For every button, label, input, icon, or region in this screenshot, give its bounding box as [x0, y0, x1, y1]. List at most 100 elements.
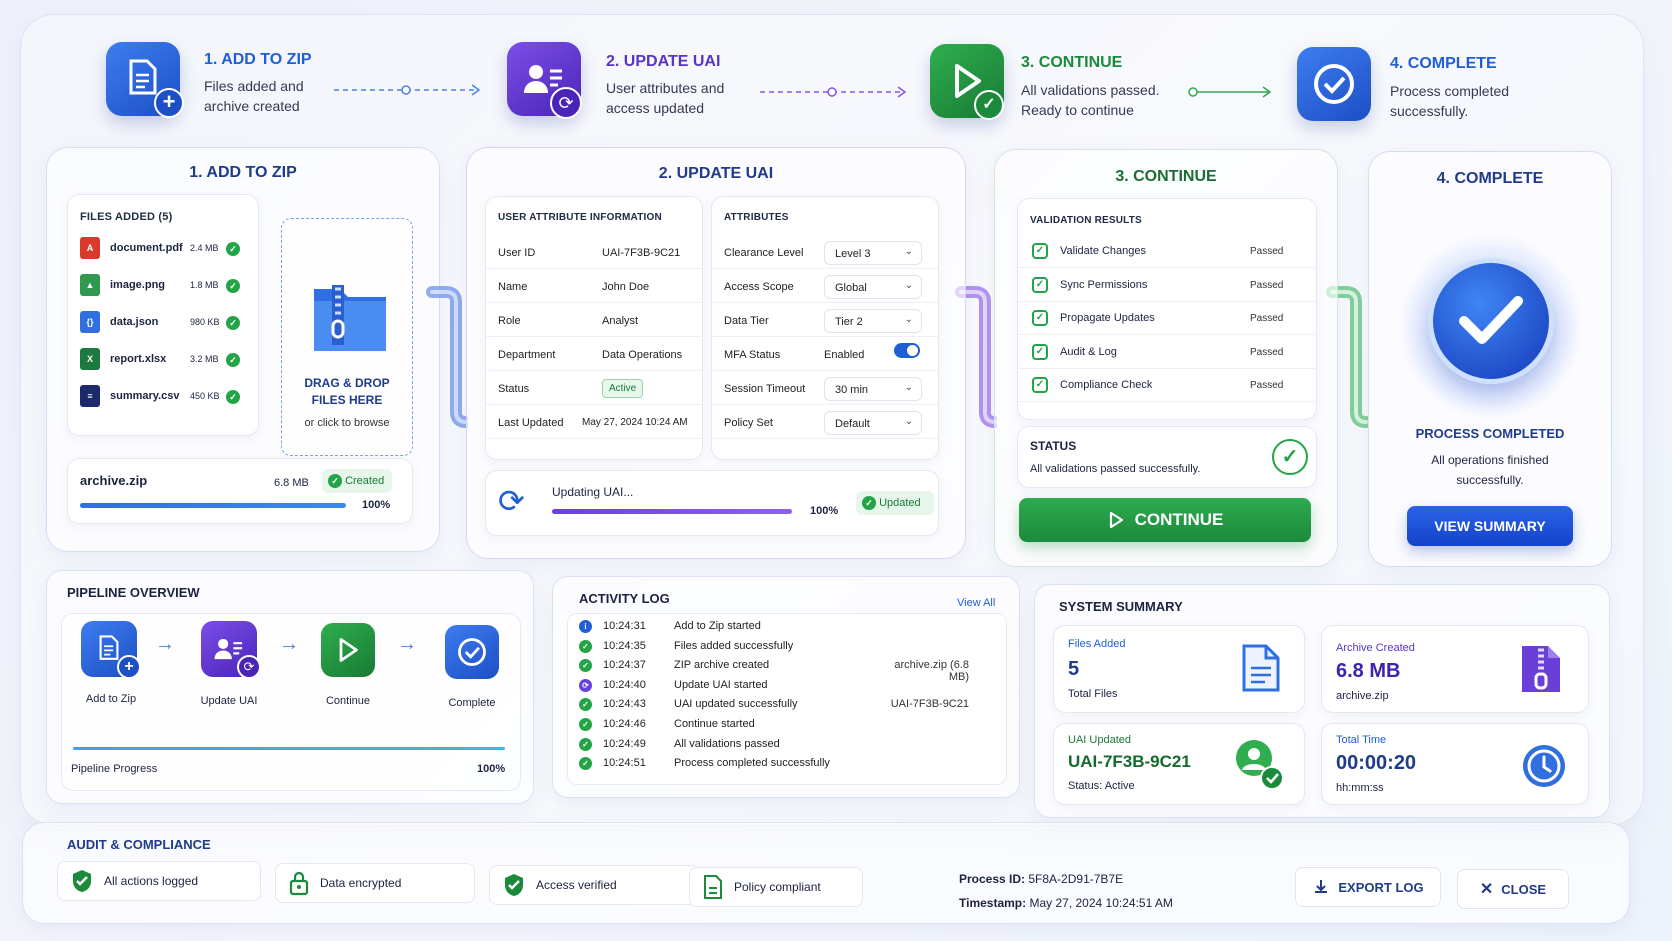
- connector-arrow-3: [1188, 86, 1272, 98]
- mfa-value: Enabled: [824, 349, 865, 361]
- update-uai-panel: 2. UPDATE UAI USER ATTRIBUTE INFORMATION…: [466, 147, 966, 559]
- system-summary-panel: SYSTEM SUMMARY Files Added 5 Total Files…: [1034, 584, 1610, 818]
- log-message: Process completed successfully: [674, 757, 830, 770]
- file-size: 980 KB: [190, 317, 220, 327]
- validation-result: Passed: [1250, 346, 1284, 358]
- total-time-stat-value: 00:00:20: [1336, 752, 1417, 774]
- attribute-label: Access Scope: [724, 281, 794, 293]
- pipeline-arrow-icon: →: [155, 633, 175, 655]
- info-label: Last Updated: [498, 417, 564, 429]
- validation-result: Passed: [1250, 279, 1284, 291]
- check-icon: ✓: [328, 474, 342, 488]
- drop-zone-browse[interactable]: or click to browse: [282, 417, 412, 429]
- csv-icon: ≡: [80, 385, 100, 407]
- chevron-down-icon: ⌄: [904, 382, 913, 393]
- user-check-icon: [1236, 740, 1284, 790]
- pipeline-title: PIPELINE OVERVIEW: [67, 585, 200, 600]
- archive-status-text: Created: [345, 475, 385, 487]
- log-time: 10:24:31: [603, 620, 646, 632]
- step-1-desc: Files added and archive created: [204, 76, 304, 116]
- complete-check-icon: [1297, 47, 1371, 121]
- user-attribute-card: USER ATTRIBUTE INFORMATION User ID UAI-7F…: [485, 196, 703, 460]
- step-2-title: 2. UPDATE UAI: [606, 53, 721, 70]
- image-icon: ▲: [80, 274, 100, 296]
- audit-item-label: Access verified: [536, 878, 617, 892]
- total-time-stat-sub: hh:mm:ss: [1336, 782, 1384, 794]
- connector-arrow-1: [334, 84, 481, 96]
- files-added-stat-value: 5: [1068, 658, 1080, 680]
- info-value: UAI-7F3B-9C21: [602, 247, 681, 259]
- audit-item-encrypted: Data encrypted: [275, 863, 475, 903]
- chevron-down-icon: ⌄: [904, 416, 913, 427]
- pdf-icon: A: [80, 237, 100, 259]
- archive-name: archive.zip: [80, 473, 148, 488]
- toggle-switch[interactable]: [894, 343, 920, 358]
- validation-row: ✓ Compliance Check Passed: [1018, 369, 1316, 402]
- log-message: Add to Zip started: [674, 620, 761, 632]
- view-summary-button[interactable]: VIEW SUMMARY: [1407, 506, 1573, 546]
- clock-icon: [1523, 745, 1565, 787]
- attribute-row: Access Scope Global ⌄: [712, 269, 938, 303]
- total-time-stat: Total Time 00:00:20 hh:mm:ss: [1321, 723, 1589, 805]
- plus-badge-icon: +: [154, 88, 184, 118]
- attribute-select[interactable]: Tier 2 ⌄: [824, 309, 922, 333]
- step-4-desc-line1: Process completed: [1390, 83, 1510, 99]
- info-label: Name: [498, 281, 528, 293]
- pipe-connector-1: [426, 286, 468, 428]
- files-added-stat: Files Added 5 Total Files: [1053, 625, 1305, 713]
- view-all-link[interactable]: View All: [957, 597, 995, 609]
- complete-heading: PROCESS COMPLETED: [1415, 426, 1565, 441]
- info-row: User ID UAI-7F3B-9C21: [486, 235, 702, 269]
- attribute-select[interactable]: 30 min ⌄: [824, 377, 922, 401]
- step-1-title: 1. ADD TO ZIP: [204, 51, 312, 68]
- validation-result: Passed: [1250, 380, 1284, 391]
- file-name: report.xlsx: [110, 353, 167, 365]
- attribute-label: Session Timeout: [724, 383, 806, 395]
- log-time: 10:24:43: [603, 698, 646, 711]
- add-to-zip-panel-title: 1. ADD TO ZIP: [189, 164, 297, 181]
- activity-log-title: ACTIVITY LOG: [579, 591, 670, 606]
- json-icon: {}: [80, 311, 100, 333]
- drop-line-2: FILES HERE: [311, 393, 383, 407]
- close-button[interactable]: ✕ CLOSE: [1457, 869, 1569, 909]
- close-label: CLOSE: [1501, 881, 1547, 897]
- continue-button[interactable]: CONTINUE: [1019, 498, 1311, 542]
- drop-line-1: DRAG & DROP: [304, 376, 390, 390]
- export-log-button[interactable]: EXPORT LOG: [1295, 867, 1441, 907]
- validation-name: Propagate Updates: [1060, 312, 1155, 324]
- info-value: Analyst: [602, 315, 639, 327]
- attribute-select[interactable]: Level 3 ⌄: [824, 241, 922, 265]
- attribute-value: Default: [835, 418, 870, 430]
- status-check-icon: ✓: [1272, 439, 1308, 475]
- attribute-select[interactable]: Default ⌄: [824, 411, 922, 435]
- info-value: Data Operations: [602, 349, 683, 361]
- step-3-desc-line2: Ready to continue: [1021, 102, 1134, 118]
- validation-result: Passed: [1250, 246, 1284, 257]
- check-icon: ✓: [862, 496, 876, 510]
- drop-zone-label: DRAG & DROP FILES HERE: [282, 375, 412, 409]
- attribute-row: Session Timeout 30 min ⌄: [712, 371, 938, 405]
- download-icon: [1315, 880, 1328, 893]
- validation-name: Audit & Log: [1060, 345, 1117, 358]
- shield-check-icon: [73, 870, 91, 892]
- log-entry: ✓ 10:24:43 UAI updated successfully UAI-7F3…: [569, 695, 969, 715]
- drop-zone[interactable]: DRAG & DROP FILES HERE or click to browse: [281, 218, 413, 456]
- complete-panel-title: 4. COMPLETE: [1436, 170, 1544, 187]
- audit-item-label: Policy compliant: [734, 880, 821, 894]
- mfa-toggle[interactable]: Enabled: [824, 343, 922, 367]
- attribute-label: Policy Set: [724, 417, 773, 429]
- log-status-icon: ⟳: [579, 678, 592, 692]
- add-to-zip-panel: 1. ADD TO ZIP FILES ADDED (5) Adocument.…: [46, 147, 440, 552]
- complete-text: All operations finished successfully.: [1369, 450, 1611, 490]
- file-size: 2.4 MB: [190, 243, 219, 253]
- log-message: UAI updated successfully: [674, 698, 798, 711]
- status-card: STATUS All validations passed successful…: [1017, 426, 1317, 488]
- log-message: Update UAI started: [674, 678, 768, 691]
- info-value: May 27, 2024 10:24 AM: [582, 417, 688, 428]
- uai-updated-stat-value: UAI-7F3B-9C21: [1068, 752, 1191, 771]
- files-added-card: FILES ADDED (5) Adocument.pdf 2.4 MB ✓ ▲ ima…: [67, 194, 259, 436]
- chevron-down-icon: ⌄: [904, 246, 913, 257]
- attribute-select[interactable]: Global ⌄: [824, 275, 922, 299]
- attribute-value: Tier 2: [835, 316, 863, 328]
- sync-badge-icon: ⟳: [550, 87, 582, 119]
